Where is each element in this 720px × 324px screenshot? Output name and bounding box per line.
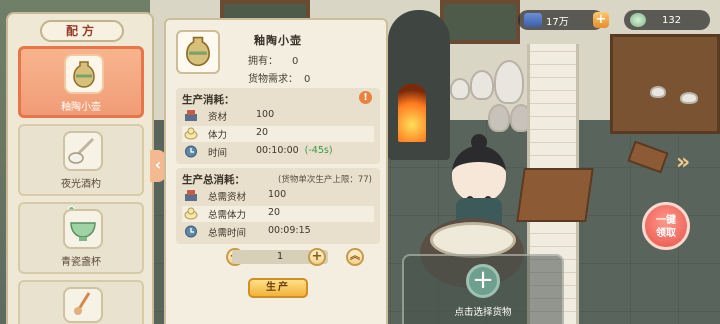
wooden-crate [516, 168, 594, 222]
stamina-icon [184, 127, 198, 140]
recipe-item-label: 釉陶小壶 [61, 102, 101, 113]
brush-icon [63, 287, 103, 323]
material-icon [184, 109, 198, 122]
select-goods-label: 点击选择货物 [454, 307, 512, 318]
demand-count: 货物需求： 0 [248, 70, 310, 85]
currency-display: 17万 [518, 10, 604, 30]
max-quantity-button[interactable]: ︽ [346, 248, 364, 266]
collect-all-button[interactable]: 一键 领取 [642, 202, 690, 250]
glazed-pot-icon [176, 30, 220, 74]
pottery-jar [450, 78, 470, 100]
material-icon [184, 189, 198, 202]
pottery-jar [488, 104, 510, 132]
time-bonus: (-45s) [304, 145, 333, 156]
cost-value: 20 [256, 127, 269, 138]
stamina-icon [184, 207, 198, 220]
increase-quantity-button[interactable]: + [308, 248, 326, 266]
pottery-jar [494, 60, 524, 104]
demand-value: 0 [304, 74, 311, 85]
production-cost-title: 生产消耗： [182, 94, 235, 106]
clock-icon [184, 145, 198, 158]
total-label: 总需时间 [208, 228, 247, 239]
celadon-cup-icon [63, 209, 103, 249]
collect-line-1: 一键 [656, 215, 676, 226]
cost-row-material: 资材 100 [182, 108, 374, 124]
cost-label: 体力 [208, 130, 228, 141]
owned-label: 拥有： [248, 56, 278, 67]
total-cost-section: 生产总消耗： (货物单次生产上限：77) 总需资材 100 总需体力 20 总需… [176, 168, 380, 244]
production-limit-hint: (货物单次生产上限：77) [278, 175, 372, 185]
production-cost-section: 生产消耗： ! 资材 100 体力 20 时间 00:10:00 (-45s) [176, 88, 380, 164]
recipe-panel: 配方 釉陶小壶 夜光酒杓 青瓷盏杯 [6, 12, 154, 324]
window [440, 0, 520, 44]
info-icon[interactable]: ! [359, 91, 372, 104]
pottery-jar [470, 70, 494, 100]
recipe-panel-title: 配方 [40, 20, 124, 42]
time-value: 00:10:00 [256, 145, 299, 156]
shelf-bowl [680, 92, 698, 104]
add-currency-button[interactable]: + [593, 12, 609, 28]
recipe-item-partial[interactable] [18, 280, 144, 324]
recipe-item-glazed-pot[interactable]: 釉陶小壶 [18, 46, 144, 118]
gem-display: 132 [624, 10, 710, 30]
clock-icon [184, 225, 198, 238]
total-label: 总需体力 [208, 210, 247, 221]
shelf-bowl [650, 86, 666, 98]
character-head [452, 146, 506, 205]
cost-row-time: 时间 00:10:00 (-45s) [182, 144, 374, 160]
recipe-item-label: 青瓷盏杯 [61, 257, 101, 268]
cost-time-value: 00:10:00 (-45s) [256, 145, 333, 156]
next-arrow-icon[interactable]: » [676, 150, 690, 175]
total-row-time: 总需时间 00:09:15 [182, 224, 374, 240]
potter-character[interactable] [444, 134, 514, 236]
recipe-item-celadon-cup[interactable]: 青瓷盏杯 [18, 202, 144, 274]
collect-line-2: 领取 [656, 228, 676, 239]
pottery-wheel[interactable] [430, 222, 516, 258]
total-label: 总需资材 [208, 192, 247, 203]
storage-shelf[interactable] [610, 34, 720, 134]
total-cost-title: 生产总消耗： [182, 174, 245, 186]
coin-stack-icon [524, 13, 542, 27]
select-goods-slot[interactable]: + 点击选择货物 [402, 254, 564, 324]
cost-label: 资材 [208, 112, 228, 123]
product-name: 釉陶小壶 [254, 34, 302, 47]
cost-label: 时间 [208, 148, 228, 159]
recipe-item-label: 夜光酒杓 [61, 179, 101, 190]
jade-icon [630, 13, 646, 27]
total-value: 100 [268, 189, 287, 200]
produce-button[interactable]: 生产 [248, 278, 308, 298]
production-detail-panel: 釉陶小壶 拥有： 0 货物需求： 0 生产消耗： ! 资材 100 体力 20 时间… [164, 18, 388, 324]
owned-value: 0 [292, 56, 299, 67]
owned-count: 拥有： 0 [248, 52, 298, 67]
total-value: 20 [268, 207, 281, 218]
recipe-item-glow-ladle[interactable]: 夜光酒杓 [18, 124, 144, 196]
kiln-fire [398, 84, 426, 142]
cost-row-stamina: 体力 20 [182, 126, 374, 142]
cost-value: 100 [256, 109, 275, 120]
total-value: 00:09:15 [268, 225, 311, 236]
total-row-material: 总需资材 100 [182, 188, 374, 204]
total-row-stamina: 总需体力 20 [182, 206, 374, 222]
ladle-icon [63, 131, 103, 171]
demand-label: 货物需求： [248, 74, 298, 85]
add-goods-icon[interactable]: + [466, 264, 500, 298]
glazed-pot-icon [64, 54, 104, 94]
